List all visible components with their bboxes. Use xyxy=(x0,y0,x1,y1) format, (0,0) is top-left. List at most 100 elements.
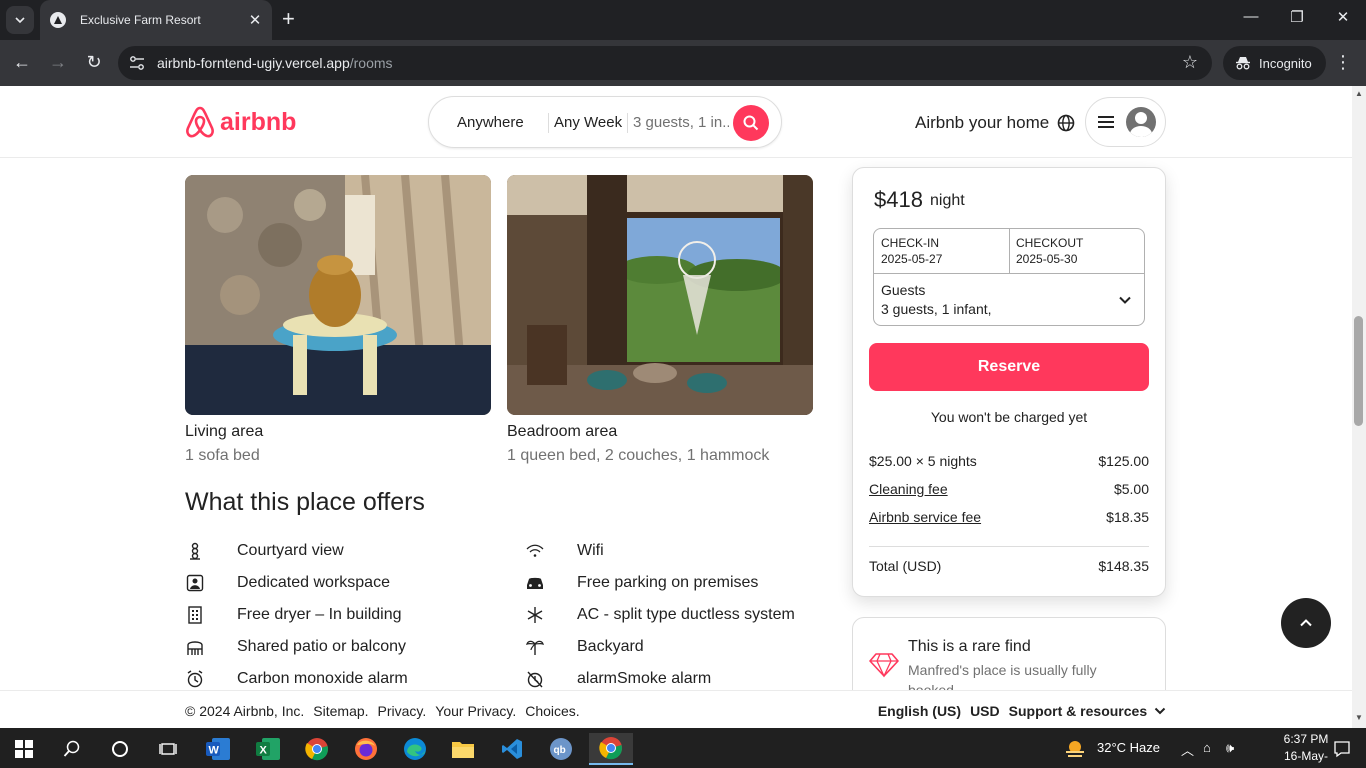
forward-icon[interactable]: → xyxy=(46,52,70,72)
checkin-field[interactable]: CHECK-IN 2025-05-27 xyxy=(874,229,1009,273)
close-tab-icon[interactable]: ✕ xyxy=(244,11,266,29)
cortana-icon[interactable] xyxy=(100,733,140,765)
diamond-icon xyxy=(869,653,899,678)
amenity-item: Courtyard view xyxy=(185,541,344,561)
svg-text:X: X xyxy=(260,745,268,757)
room-card-living[interactable]: Living area 1 sofa bed xyxy=(185,175,491,464)
scroll-thumb[interactable] xyxy=(1354,316,1363,426)
alarm-icon xyxy=(185,669,205,689)
living-area-photo[interactable] xyxy=(185,175,491,415)
wifi-icon xyxy=(525,541,545,561)
chevron-down-icon[interactable] xyxy=(1118,293,1132,307)
price-unit: night xyxy=(930,192,965,209)
avatar xyxy=(1126,107,1156,137)
bedroom-area-photo[interactable] xyxy=(507,175,813,415)
tab-search-button[interactable] xyxy=(6,6,34,34)
courtyard-icon xyxy=(185,541,205,561)
notifications-icon[interactable] xyxy=(1322,733,1362,765)
language-selector[interactable]: English (US) xyxy=(878,703,961,719)
reload-icon[interactable]: ↻ xyxy=(82,52,106,72)
browser-toolbar: ← → ↻ airbnb-forntend-ugiy.vercel.app/ro… xyxy=(0,40,1366,86)
back-icon[interactable]: ← xyxy=(10,52,34,72)
weather-haze-icon[interactable] xyxy=(1060,733,1090,765)
new-tab-button[interactable]: + xyxy=(282,8,295,30)
palm-tree-icon xyxy=(525,637,545,657)
svg-text:W: W xyxy=(209,745,220,757)
fee-row: Airbnb service fee $18.35 xyxy=(869,509,1149,525)
footer-link-your-privacy[interactable]: Your Privacy. xyxy=(435,703,516,719)
word-icon[interactable]: W xyxy=(198,733,238,765)
fee-row: Cleaning fee $5.00 xyxy=(869,481,1149,497)
scroll-down-arrow[interactable]: ▼ xyxy=(1355,713,1363,722)
chrome-active-icon[interactable] xyxy=(589,733,633,765)
support-resources[interactable]: Support & resources xyxy=(1009,703,1166,719)
incognito-badge[interactable]: Incognito xyxy=(1223,46,1326,80)
search-divider xyxy=(627,113,628,133)
footer-link-choices[interactable]: Choices. xyxy=(525,703,579,719)
car-icon xyxy=(525,573,545,593)
network-icon[interactable]: ⌂ xyxy=(1203,740,1211,755)
chevron-down-icon xyxy=(15,17,25,24)
reserve-button[interactable]: Reserve xyxy=(869,343,1149,391)
volume-icon[interactable]: 🕪 xyxy=(1226,740,1234,756)
workspace-icon xyxy=(185,573,205,593)
scroll-up-arrow[interactable]: ▲ xyxy=(1355,89,1363,98)
patio-icon xyxy=(185,637,205,657)
weather-text[interactable]: 32°C Haze xyxy=(1097,740,1160,755)
amenity-item: Backyard xyxy=(525,637,644,657)
service-fee-link[interactable]: Airbnb service fee xyxy=(869,509,981,525)
room-card-bedroom[interactable]: Beadroom area 1 queen bed, 2 couches, 1 … xyxy=(507,175,813,464)
cleaning-fee-link[interactable]: Cleaning fee xyxy=(869,481,948,497)
page-scrollbar[interactable]: ▲ ▼ xyxy=(1352,86,1366,728)
qbittorrent-icon[interactable]: qb xyxy=(541,733,581,765)
excel-icon[interactable]: X xyxy=(248,733,288,765)
guests-selector[interactable]: Guests 3 guests, 1 infant, xyxy=(881,282,992,317)
host-link[interactable]: Airbnb your home xyxy=(915,113,1049,133)
windows-start-icon[interactable] xyxy=(4,733,44,765)
footer-link-sitemap[interactable]: Sitemap. xyxy=(313,703,368,719)
logo-text: airbnb xyxy=(220,107,297,136)
site-favicon-icon xyxy=(50,12,66,28)
room-title: Living area xyxy=(185,423,264,440)
browser-tab-bar: Exclusive Farm Resort ✕ + — ❐ ✕ xyxy=(0,0,1366,40)
user-menu-button[interactable] xyxy=(1085,97,1166,147)
search-button[interactable] xyxy=(733,105,769,141)
site-info-icon[interactable] xyxy=(128,55,146,71)
currency-selector[interactable]: USD xyxy=(970,703,1000,719)
minimize-icon[interactable]: — xyxy=(1228,8,1274,25)
search-bar[interactable]: Anywhere Any Week 3 guests, 1 in.. xyxy=(428,96,782,148)
edge-icon[interactable] xyxy=(395,733,435,765)
search-anywhere[interactable]: Anywhere xyxy=(457,114,524,131)
search-icon[interactable] xyxy=(52,733,92,765)
task-view-icon[interactable] xyxy=(148,733,188,765)
amenity-item: Shared patio or balcony xyxy=(185,637,406,657)
airbnb-logo[interactable]: airbnb xyxy=(184,105,296,139)
tab-title: Exclusive Farm Resort xyxy=(80,13,201,27)
footer-link-privacy[interactable]: Privacy. xyxy=(378,703,427,719)
chrome-icon[interactable] xyxy=(297,733,337,765)
scroll-to-top-button[interactable] xyxy=(1281,598,1331,648)
browser-tab[interactable]: Exclusive Farm Resort ✕ xyxy=(40,0,272,40)
amenity-item: Carbon monoxide alarm xyxy=(185,669,408,689)
bookmark-star-icon[interactable]: ☆ xyxy=(1182,52,1198,73)
close-window-icon[interactable]: ✕ xyxy=(1320,8,1366,26)
search-any-week[interactable]: Any Week xyxy=(554,114,622,131)
amenity-item: AC - split type ductless system xyxy=(525,605,795,625)
dryer-icon xyxy=(185,605,205,625)
file-explorer-icon[interactable] xyxy=(443,733,483,765)
amenity-item: Free dryer – In building xyxy=(185,605,402,625)
chevron-up-icon[interactable]: ︿ xyxy=(1181,740,1194,759)
search-guests[interactable]: 3 guests, 1 in.. xyxy=(633,114,729,131)
snowflake-icon xyxy=(525,605,545,625)
globe-icon[interactable] xyxy=(1057,114,1075,132)
room-beds: 1 queen bed, 2 couches, 1 hammock xyxy=(507,447,770,464)
offers-heading: What this place offers xyxy=(185,488,425,516)
firefox-icon[interactable] xyxy=(346,733,386,765)
copyright: © 2024 Airbnb, Inc. xyxy=(185,703,305,719)
restore-icon[interactable]: ❐ xyxy=(1274,8,1320,26)
address-bar[interactable]: airbnb-forntend-ugiy.vercel.app/rooms ☆ xyxy=(118,46,1212,80)
vscode-icon[interactable] xyxy=(492,733,532,765)
checkout-field[interactable]: CHECKOUT 2025-05-30 xyxy=(1009,229,1144,273)
url-text: airbnb-forntend-ugiy.vercel.app/rooms xyxy=(157,55,393,71)
browser-menu-icon[interactable]: ⋮ xyxy=(1334,52,1352,73)
